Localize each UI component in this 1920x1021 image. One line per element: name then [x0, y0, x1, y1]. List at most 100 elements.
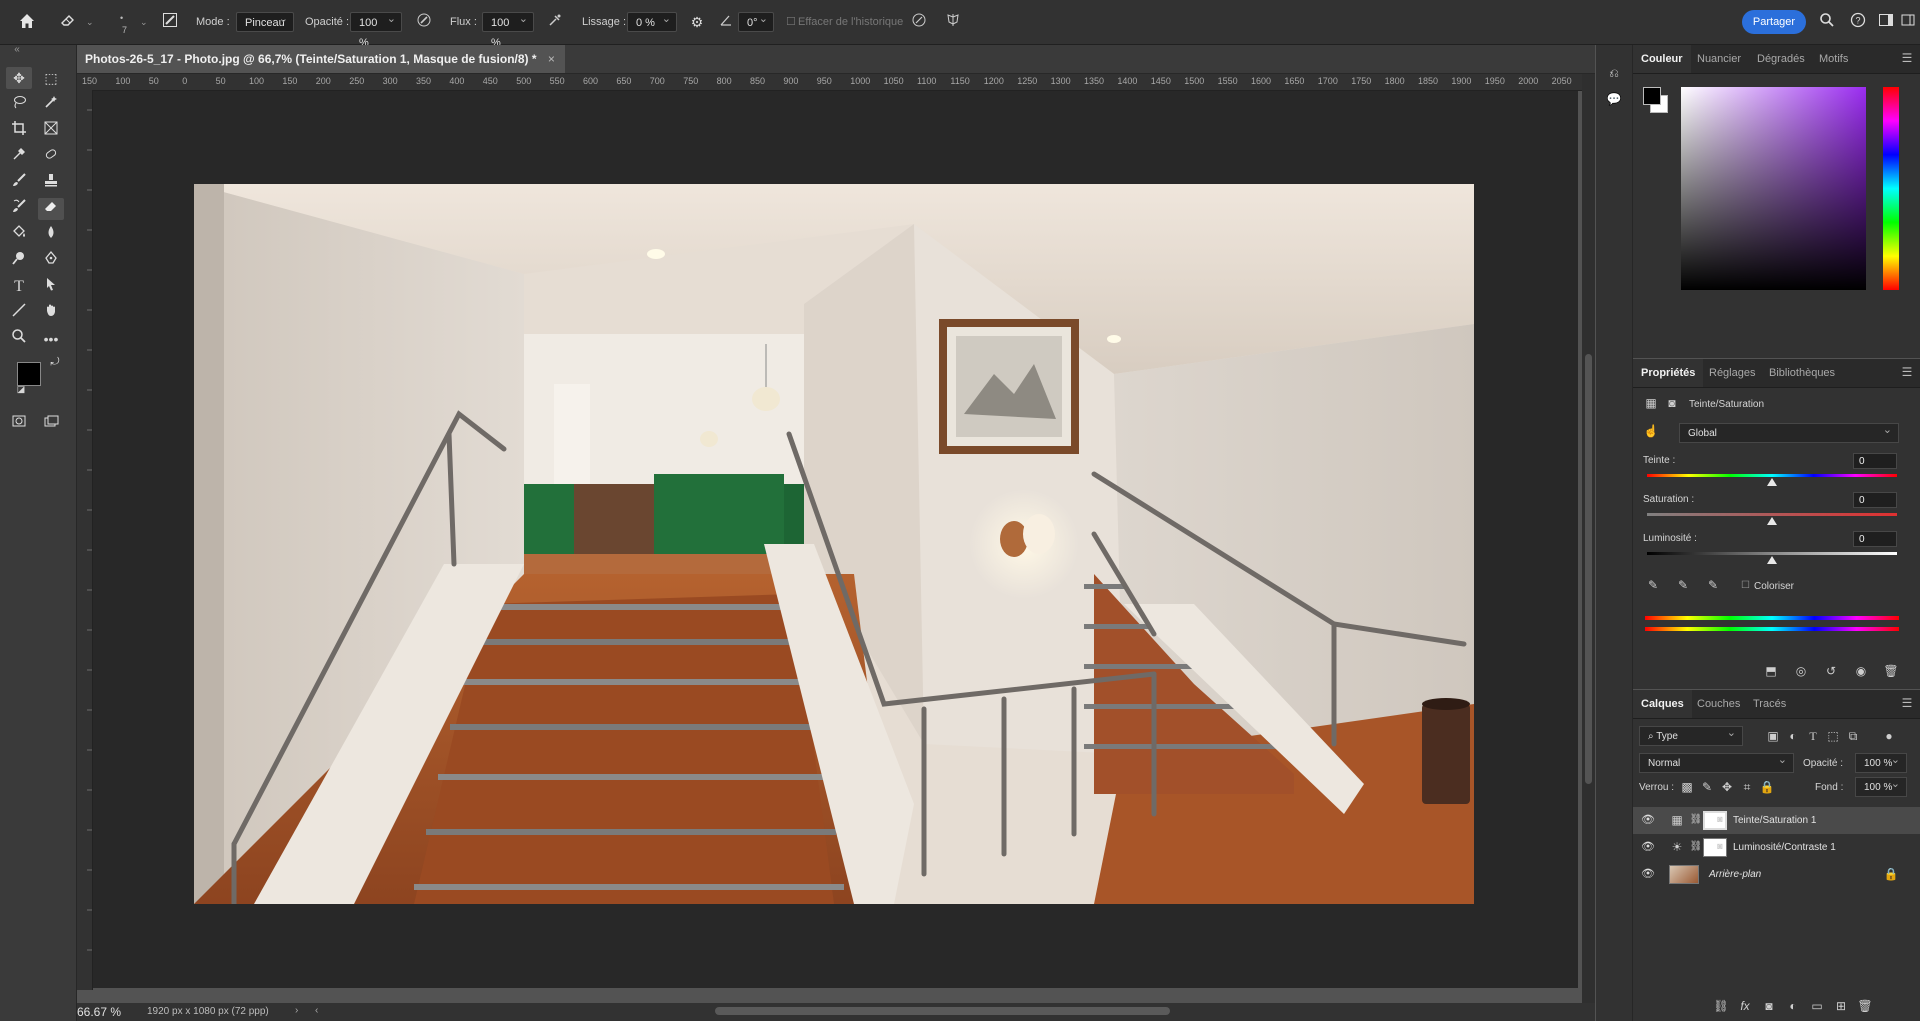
dodge-tool-icon[interactable]	[6, 250, 32, 272]
tab-properties[interactable]: Propriétés	[1633, 359, 1704, 387]
tab-gradients[interactable]: Dégradés	[1757, 45, 1805, 73]
tab-libraries[interactable]: Bibliothèques	[1769, 359, 1835, 387]
brush-size[interactable]: 7	[122, 20, 127, 40]
lock-transparent-icon[interactable]: ▩	[1679, 779, 1695, 795]
saturation-slider-knob[interactable]	[1767, 517, 1777, 525]
tab-adjustments[interactable]: Réglages	[1709, 359, 1755, 387]
layer-row[interactable]: 👁 ☀ ⛓ ◙ Luminosité/Contraste 1	[1633, 834, 1920, 861]
visibility-icon[interactable]: ◉	[1853, 663, 1869, 679]
chevron-right-icon[interactable]: ›	[295, 1005, 298, 1016]
eye-icon[interactable]: 👁	[1641, 842, 1655, 853]
close-tab-icon[interactable]: ×	[548, 52, 555, 66]
hue-value[interactable]: 0	[1853, 453, 1897, 469]
eye-icon[interactable]: 👁	[1641, 869, 1655, 880]
scroll-thumb[interactable]	[1585, 354, 1592, 784]
type-tool-icon[interactable]: T	[6, 276, 32, 298]
lightness-slider-track[interactable]	[1647, 552, 1897, 555]
history-panel-icon[interactable]: ⎌	[1606, 65, 1622, 81]
swap-colors-icon[interactable]: ⤾	[42, 351, 68, 373]
hand-tool-icon[interactable]	[38, 302, 64, 324]
filter-type-icon[interactable]: T	[1805, 728, 1821, 744]
pressure-opacity-icon[interactable]	[414, 12, 434, 32]
help-icon[interactable]: ?	[1848, 12, 1868, 32]
stamp-tool-icon[interactable]	[38, 172, 64, 194]
more-tools-icon[interactable]: •••	[38, 328, 64, 350]
reset-icon[interactable]: ↺	[1823, 663, 1839, 679]
layer-name[interactable]: Arrière-plan	[1709, 861, 1761, 888]
new-adjustment-icon[interactable]: ◐	[1785, 998, 1801, 1014]
workspace-icon[interactable]	[1876, 12, 1896, 32]
clip-to-layer-icon[interactable]: ⬒	[1763, 663, 1779, 679]
targeted-adjustment-hand-icon[interactable]: ☝	[1643, 423, 1659, 439]
document-tab[interactable]: Photos-26-5_17 - Photo.jpg @ 66,7% (Tein…	[77, 45, 565, 73]
crop-tool-icon[interactable]	[6, 120, 32, 142]
share-button[interactable]: Partager	[1742, 10, 1806, 34]
eraser-tool-icon[interactable]	[38, 198, 64, 220]
link-icon[interactable]: ⛓	[1688, 839, 1704, 855]
layer-filter-select[interactable]: ⌕ Type	[1639, 723, 1743, 746]
tab-layers[interactable]: Calques	[1633, 690, 1692, 718]
brush-tool-icon[interactable]	[6, 172, 32, 194]
pen-tool-icon[interactable]	[38, 250, 64, 272]
layer-row[interactable]: 👁 ▦ ⛓ ◙ Teinte/Saturation 1	[1633, 807, 1920, 834]
home-icon[interactable]	[17, 12, 37, 32]
collapse-toolbar-icon[interactable]: «	[4, 39, 30, 61]
document-image-staircase[interactable]	[194, 184, 1474, 907]
filter-shape-icon[interactable]: ⬚	[1825, 728, 1841, 744]
chevron-left-icon[interactable]: ‹	[315, 1005, 318, 1016]
magic-wand-tool-icon[interactable]	[38, 94, 64, 116]
angle-field[interactable]: 0°	[738, 9, 774, 32]
paint-bucket-tool-icon[interactable]	[6, 224, 32, 246]
adjustment-layer-icon[interactable]: ▦	[1643, 395, 1659, 411]
chevron-down-icon[interactable]: ⌄	[140, 12, 148, 32]
filter-toggle-icon[interactable]: ●	[1881, 728, 1897, 744]
tab-channels[interactable]: Couches	[1697, 690, 1740, 718]
path-selection-tool-icon[interactable]	[38, 276, 64, 298]
lock-all-icon[interactable]: 🔒	[1759, 779, 1775, 795]
airbrush-icon[interactable]	[545, 12, 565, 32]
view-previous-icon[interactable]: ◎	[1793, 663, 1809, 679]
lock-artboard-icon[interactable]: ⌗	[1739, 779, 1755, 795]
lasso-tool-icon[interactable]	[6, 94, 32, 116]
lock-position-icon[interactable]: ✥	[1719, 779, 1735, 795]
smoothing-field[interactable]: 0 %	[627, 9, 677, 32]
tab-patterns[interactable]: Motifs	[1819, 45, 1848, 73]
link-layers-icon[interactable]: ⛓	[1713, 998, 1729, 1014]
tab-paths[interactable]: Tracés	[1753, 690, 1786, 718]
marquee-tool-icon[interactable]: ⬚	[38, 67, 64, 89]
color-picker-field[interactable]	[1681, 87, 1866, 290]
blur-tool-icon[interactable]	[38, 224, 64, 246]
layer-opacity-field[interactable]: 100 %	[1855, 750, 1907, 773]
brush-settings-icon[interactable]	[160, 12, 180, 32]
new-group-icon[interactable]: ▭	[1809, 998, 1825, 1014]
layer-name[interactable]: Luminosité/Contraste 1	[1733, 834, 1836, 861]
zoom-level[interactable]: 66.67 %	[77, 1005, 121, 1019]
symmetry-icon[interactable]	[943, 12, 963, 32]
tab-color[interactable]: Couleur	[1633, 45, 1691, 73]
delete-layer-icon[interactable]: 🗑	[1857, 998, 1873, 1014]
eyedropper-icon[interactable]: ✎	[1645, 577, 1661, 593]
comments-panel-icon[interactable]: 💬	[1606, 91, 1622, 107]
eraser-tool-icon[interactable]	[58, 12, 78, 32]
opacity-field[interactable]: 100 %	[350, 9, 402, 49]
new-layer-icon[interactable]: ⊞	[1833, 998, 1849, 1014]
chevron-down-icon[interactable]: ⌄	[86, 12, 94, 32]
color-foreground-swatch[interactable]	[1643, 87, 1661, 105]
panel-menu-icon[interactable]: ☰	[1900, 696, 1914, 710]
erase-history-checkbox[interactable]: ☐	[786, 12, 796, 32]
tab-swatches[interactable]: Nuancier	[1697, 45, 1741, 73]
pressure-size-icon[interactable]	[909, 12, 929, 32]
fill-field[interactable]: 100 %	[1855, 774, 1907, 797]
horizontal-scroll-thumb[interactable]	[715, 1007, 1170, 1015]
flow-field[interactable]: 100 %	[482, 9, 534, 49]
screen-mode-icon[interactable]	[38, 413, 64, 435]
panel-menu-icon[interactable]: ☰	[1900, 51, 1914, 65]
layer-effects-icon[interactable]: fx	[1737, 998, 1753, 1014]
search-icon[interactable]	[1817, 12, 1837, 32]
gear-icon[interactable]: ⚙	[687, 12, 707, 32]
panel-toggle-icon[interactable]	[1898, 12, 1918, 32]
saturation-slider-track[interactable]	[1647, 513, 1897, 516]
hue-slider-knob[interactable]	[1767, 478, 1777, 486]
lightness-value[interactable]: 0	[1853, 531, 1897, 547]
saturation-value[interactable]: 0	[1853, 492, 1897, 508]
